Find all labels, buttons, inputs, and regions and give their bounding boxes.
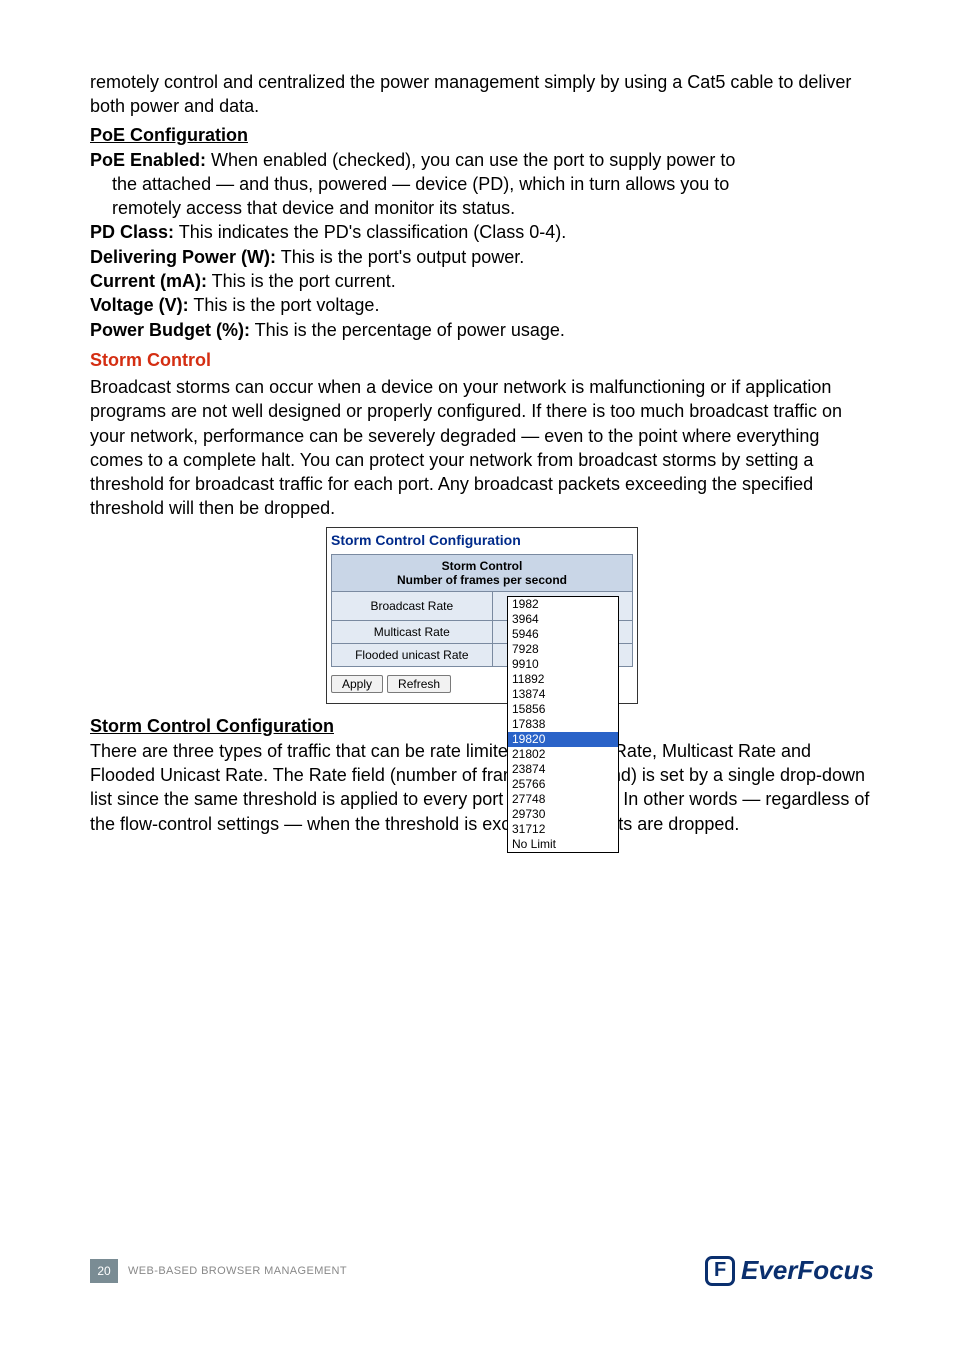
- poe-enabled-term: PoE Enabled:: [90, 150, 206, 170]
- delivering-power-def: Delivering Power (W): This is the port's…: [90, 245, 874, 269]
- pdclass-text: This indicates the PD's classification (…: [174, 222, 566, 242]
- delivering-power-term: Delivering Power (W):: [90, 247, 276, 267]
- panel-header-l1: Storm Control: [336, 559, 628, 573]
- rate-option[interactable]: No Limit: [508, 837, 618, 852]
- power-budget-def: Power Budget (%): This is the percentage…: [90, 318, 874, 342]
- power-budget-text: This is the percentage of power usage.: [250, 320, 565, 340]
- pdclass-term: PD Class:: [90, 222, 174, 242]
- row-multicast-label: Multicast Rate: [332, 620, 493, 643]
- row-broadcast-label: Broadcast Rate: [332, 591, 493, 620]
- rate-option[interactable]: 17838: [508, 717, 618, 732]
- storm-control-para: Broadcast storms can occur when a device…: [90, 375, 874, 521]
- page-number-badge: 20: [90, 1259, 118, 1283]
- rate-option[interactable]: 29730: [508, 807, 618, 822]
- storm-config-panel: Storm Control Configuration Storm Contro…: [326, 527, 638, 704]
- pdclass-def: PD Class: This indicates the PD's classi…: [90, 220, 874, 244]
- apply-button[interactable]: Apply: [331, 675, 383, 693]
- poe-enabled-def: PoE Enabled: When enabled (checked), you…: [90, 148, 874, 221]
- panel-header-l2: Number of frames per second: [336, 573, 628, 587]
- rate-option[interactable]: 23874: [508, 762, 618, 777]
- voltage-term: Voltage (V):: [90, 295, 189, 315]
- rate-option[interactable]: 31712: [508, 822, 618, 837]
- power-budget-term: Power Budget (%):: [90, 320, 250, 340]
- current-def: Current (mA): This is the port current.: [90, 269, 874, 293]
- logo-wordmark: EverFocus: [741, 1255, 874, 1286]
- rate-option[interactable]: 27748: [508, 792, 618, 807]
- footer-section-label: WEB-BASED BROWSER MANAGEMENT: [128, 1265, 347, 1277]
- rate-option[interactable]: 1982: [508, 597, 618, 612]
- rate-option[interactable]: 11892: [508, 672, 618, 687]
- poe-config-heading: PoE Configuration: [90, 125, 874, 146]
- logo-mark-icon: F: [705, 1256, 735, 1286]
- rate-option[interactable]: 25766: [508, 777, 618, 792]
- current-text: This is the port current.: [207, 271, 396, 291]
- rate-option[interactable]: 9910: [508, 657, 618, 672]
- delivering-power-text: This is the port's output power.: [276, 247, 524, 267]
- rate-option[interactable]: 21802: [508, 747, 618, 762]
- panel-header: Storm Control Number of frames per secon…: [332, 554, 633, 591]
- poe-enabled-text-a: When enabled (checked), you can use the …: [206, 150, 735, 170]
- storm-control-title: Storm Control: [90, 350, 874, 371]
- rate-dropdown-list[interactable]: 1982 3964 5946 7928 9910 11892 13874 158…: [507, 596, 619, 853]
- row-flooded-label: Flooded unicast Rate: [332, 643, 493, 666]
- rate-option[interactable]: 7928: [508, 642, 618, 657]
- storm-config-para: There are three types of traffic that ca…: [90, 739, 874, 836]
- everfocus-logo: F EverFocus: [705, 1255, 874, 1286]
- panel-title: Storm Control Configuration: [327, 528, 637, 554]
- rate-option[interactable]: 13874: [508, 687, 618, 702]
- rate-option-selected[interactable]: 19820: [508, 732, 618, 747]
- storm-config-heading: Storm Control Configuration: [90, 716, 874, 737]
- rate-option[interactable]: 3964: [508, 612, 618, 627]
- voltage-text: This is the port voltage.: [189, 295, 380, 315]
- poe-enabled-text-b: the attached — and thus, powered — devic…: [90, 172, 874, 196]
- current-term: Current (mA):: [90, 271, 207, 291]
- rate-option[interactable]: 5946: [508, 627, 618, 642]
- refresh-button[interactable]: Refresh: [387, 675, 451, 693]
- poe-enabled-text-c: remotely access that device and monitor …: [90, 196, 874, 220]
- voltage-def: Voltage (V): This is the port voltage.: [90, 293, 874, 317]
- rate-option[interactable]: 15856: [508, 702, 618, 717]
- intro-text: remotely control and centralized the pow…: [90, 70, 874, 119]
